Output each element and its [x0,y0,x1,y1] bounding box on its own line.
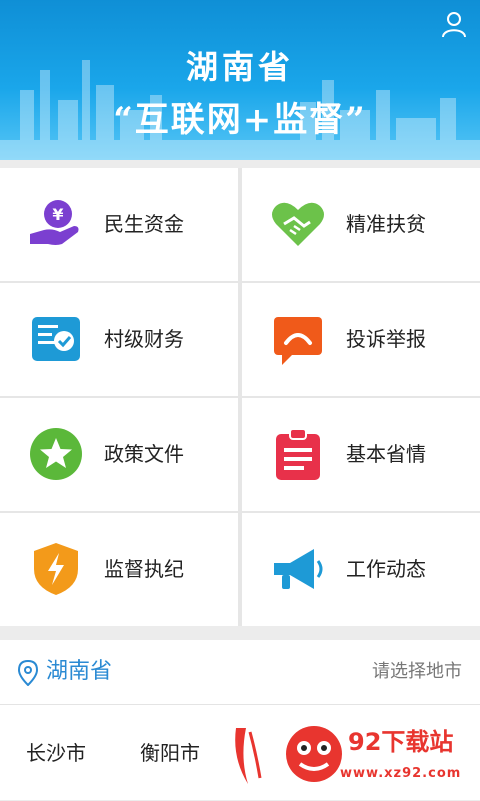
module-label: 村级财务 [104,327,184,351]
module-jiben-shengqing[interactable]: 基本省情 [242,398,480,511]
star-circle-icon [30,428,82,480]
module-label: 投诉举报 [346,327,426,351]
money-hand-icon: ¥ [30,200,79,245]
user-profile-icon[interactable] [440,10,468,38]
city-item-hengyang[interactable]: 衡阳市 [140,705,200,801]
module-label: 政策文件 [104,442,184,466]
svg-text:¥: ¥ [52,205,63,224]
module-gongzuo-dongtai[interactable]: 工作动态 [242,513,480,626]
banner-title-line2: “互联网+监督” [113,100,367,140]
module-jingzhun-fupin[interactable]: 精准扶贫 [242,168,480,281]
module-label: 监督执纪 [104,557,184,581]
location-pin-icon [18,660,38,686]
heart-handshake-icon [272,202,324,246]
watermark: 92下载站 www.xz92.com [230,712,480,800]
module-jiandu-zhiji[interactable]: 监督执纪 [0,513,238,626]
module-tousu-jubao[interactable]: 投诉举报 [242,283,480,396]
watermark-swoosh-icon [235,728,262,784]
module-label: 工作动态 [346,557,426,581]
module-minsheng-zijin[interactable]: ¥ 民生资金 [0,168,238,281]
module-label: 精准扶贫 [346,212,426,236]
banner-title-line1: 湖南省 [185,48,294,86]
header-banner: 湖南省 “互联网+监督” [0,0,480,160]
lightning-shield-icon [34,543,78,595]
module-label: 民生资金 [104,212,184,236]
module-zhengce-wenjian[interactable]: 政策文件 [0,398,238,511]
region-bar: 湖南省 请选择地市 [0,640,480,705]
watermark-mascot-icon [286,726,342,782]
finance-document-icon [32,317,80,361]
city-item-changsha[interactable]: 长沙市 [26,705,86,801]
select-city-button[interactable]: 请选择地市 [372,640,462,704]
watermark-url: www.xz92.com [340,766,462,781]
module-label: 基本省情 [346,442,426,466]
province-name: 湖南省 [46,659,113,684]
megaphone-icon [274,549,323,589]
clipboard-icon [276,428,320,480]
watermark-brand: 92下载站 [348,728,454,756]
module-cunji-caiwu[interactable]: 村级财务 [0,283,238,396]
complaint-bubble-icon [274,317,322,365]
module-grid: ¥ 民生资金 精准扶贫 村级财务 投诉举报 政策文件 基本省情 监督执纪 工作动… [0,168,480,626]
